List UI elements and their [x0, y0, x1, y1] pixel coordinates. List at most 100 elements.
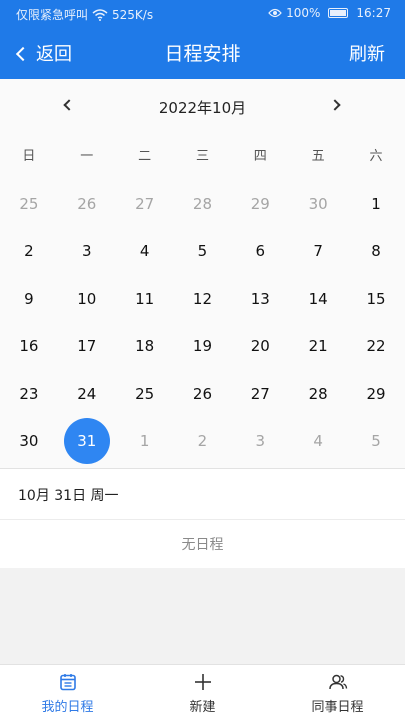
nav-label: 同事日程 — [311, 699, 364, 715]
people-icon — [328, 674, 347, 689]
day-number: 23 — [19, 384, 39, 403]
day-number: 4 — [139, 242, 150, 261]
calendar-grid: 日 一 二 三 四 五 六 25 26 27 28 29 30 1 2 3 4 5 6 7 8 9 10 11 1… — [0, 135, 405, 468]
status-right: 100% 16:27 — [268, 6, 391, 20]
divider — [0, 519, 405, 520]
day-number: 15 — [366, 289, 386, 308]
nav-new[interactable]: 新建 — [135, 665, 270, 720]
day-number: 11 — [135, 289, 155, 308]
calendar-day[interactable]: 10 — [58, 275, 116, 323]
calendar-day[interactable]: 29 — [231, 180, 289, 228]
clock: 16:27 — [356, 6, 391, 20]
day-cells: 25 26 27 28 29 30 1 2 3 4 5 6 7 8 9 10 11 12 13 14 15 16 17 18 1… — [0, 180, 405, 465]
calendar-day[interactable]: 28 — [174, 180, 232, 228]
calendar-day[interactable]: 26 — [58, 180, 116, 228]
day-number: 1 — [139, 432, 150, 451]
day-number: 10 — [77, 289, 97, 308]
day-number: 26 — [77, 194, 97, 213]
calendar-day[interactable]: 18 — [116, 323, 174, 371]
day-number: 25 — [135, 384, 155, 403]
weekday-label: 四 — [253, 149, 267, 164]
day-number: 25 — [19, 194, 39, 213]
calendar-day[interactable]: 4 — [289, 418, 347, 466]
calendar-day[interactable]: 1 — [116, 418, 174, 466]
day-number: 21 — [308, 337, 328, 356]
calendar-day[interactable]: 25 — [0, 180, 58, 228]
calendar-day[interactable]: 23 — [0, 370, 58, 418]
day-number: 2 — [197, 432, 208, 451]
calendar-day[interactable]: 6 — [231, 228, 289, 276]
calendar-day[interactable]: 1 — [347, 180, 405, 228]
calendar-day[interactable]: 4 — [116, 228, 174, 276]
carrier-text: 仅限紧急呼叫 — [16, 8, 89, 22]
day-number: 1 — [371, 194, 381, 213]
day-number: 5 — [371, 432, 381, 451]
day-number: 29 — [366, 384, 386, 403]
calendar-day[interactable]: 28 — [289, 370, 347, 418]
calendar-day[interactable]: 29 — [347, 370, 405, 418]
day-number: 2 — [24, 242, 34, 261]
battery-percent: 100% — [286, 6, 321, 20]
nav-my-schedule[interactable]: 我的日程 — [0, 665, 135, 720]
calendar-day[interactable]: 30 — [0, 418, 58, 466]
calendar-day[interactable]: 3 — [231, 418, 289, 466]
wifi-icon — [92, 8, 108, 21]
calendar-day[interactable]: 13 — [231, 275, 289, 323]
calendar-day[interactable]: 26 — [174, 370, 232, 418]
calendar-day[interactable]: 16 — [0, 323, 58, 371]
calendar-icon — [59, 673, 76, 690]
calendar-day[interactable]: 8 — [347, 228, 405, 276]
calendar-day[interactable]: 5 — [174, 228, 232, 276]
calendar-day[interactable]: 20 — [231, 323, 289, 371]
day-number: 4 — [313, 432, 323, 451]
calendar-day-selected[interactable]: 31 — [58, 418, 116, 466]
next-month-button[interactable] — [329, 99, 343, 111]
calendar-day[interactable]: 15 — [347, 275, 405, 323]
day-number: 19 — [192, 337, 212, 356]
refresh-button[interactable]: 刷新 — [349, 40, 385, 66]
day-number: 26 — [192, 384, 212, 403]
back-button[interactable]: 返回 — [15, 40, 72, 66]
bottom-nav: 我的日程 新建 同事日程 — [0, 664, 405, 720]
day-number: 16 — [19, 337, 39, 356]
top-bar: 仅限紧急呼叫 525K/s 100% 16:27 返回 日程安排 刷新 — [0, 0, 405, 79]
day-number: 3 — [255, 432, 266, 451]
calendar-day[interactable]: 12 — [174, 275, 232, 323]
selected-date-label: 10月 31日 周一 — [18, 488, 119, 504]
day-number: 18 — [135, 337, 155, 356]
day-number: 7 — [313, 242, 323, 261]
day-number: 24 — [77, 384, 97, 403]
schedule-panel: 10月 31日 周一 无日程 — [0, 468, 405, 568]
chevron-left-icon — [15, 46, 31, 61]
weekday-label: 一 — [80, 149, 94, 164]
calendar-day[interactable]: 27 — [231, 370, 289, 418]
header: 返回 日程安排 刷新 — [0, 28, 405, 79]
calendar-day[interactable]: 21 — [289, 323, 347, 371]
calendar-day[interactable]: 9 — [0, 275, 58, 323]
day-number: 12 — [192, 289, 212, 308]
calendar-day[interactable]: 5 — [347, 418, 405, 466]
calendar-day[interactable]: 30 — [289, 180, 347, 228]
calendar-day[interactable]: 3 — [58, 228, 116, 276]
day-number: 5 — [197, 242, 208, 261]
calendar-day[interactable]: 2 — [0, 228, 58, 276]
weekday-label: 三 — [195, 149, 209, 164]
calendar-day[interactable]: 24 — [58, 370, 116, 418]
calendar-day[interactable]: 25 — [116, 370, 174, 418]
day-number: 14 — [308, 289, 328, 308]
nav-colleague-schedule[interactable]: 同事日程 — [270, 665, 405, 720]
day-number: 8 — [371, 242, 381, 261]
calendar-day[interactable]: 11 — [116, 275, 174, 323]
calendar-day[interactable]: 22 — [347, 323, 405, 371]
month-switcher: 2022年10月 — [0, 79, 405, 135]
calendar-day[interactable]: 19 — [174, 323, 232, 371]
calendar-day[interactable]: 17 — [58, 323, 116, 371]
calendar-day[interactable]: 27 — [116, 180, 174, 228]
status-bar: 仅限紧急呼叫 525K/s 100% 16:27 — [0, 0, 405, 28]
calendar-day[interactable]: 7 — [289, 228, 347, 276]
calendar-day[interactable]: 2 — [174, 418, 232, 466]
network-speed: 525K/s — [112, 7, 154, 22]
day-number: 28 — [308, 384, 328, 403]
calendar-day[interactable]: 14 — [289, 275, 347, 323]
day-number: 13 — [250, 289, 270, 308]
